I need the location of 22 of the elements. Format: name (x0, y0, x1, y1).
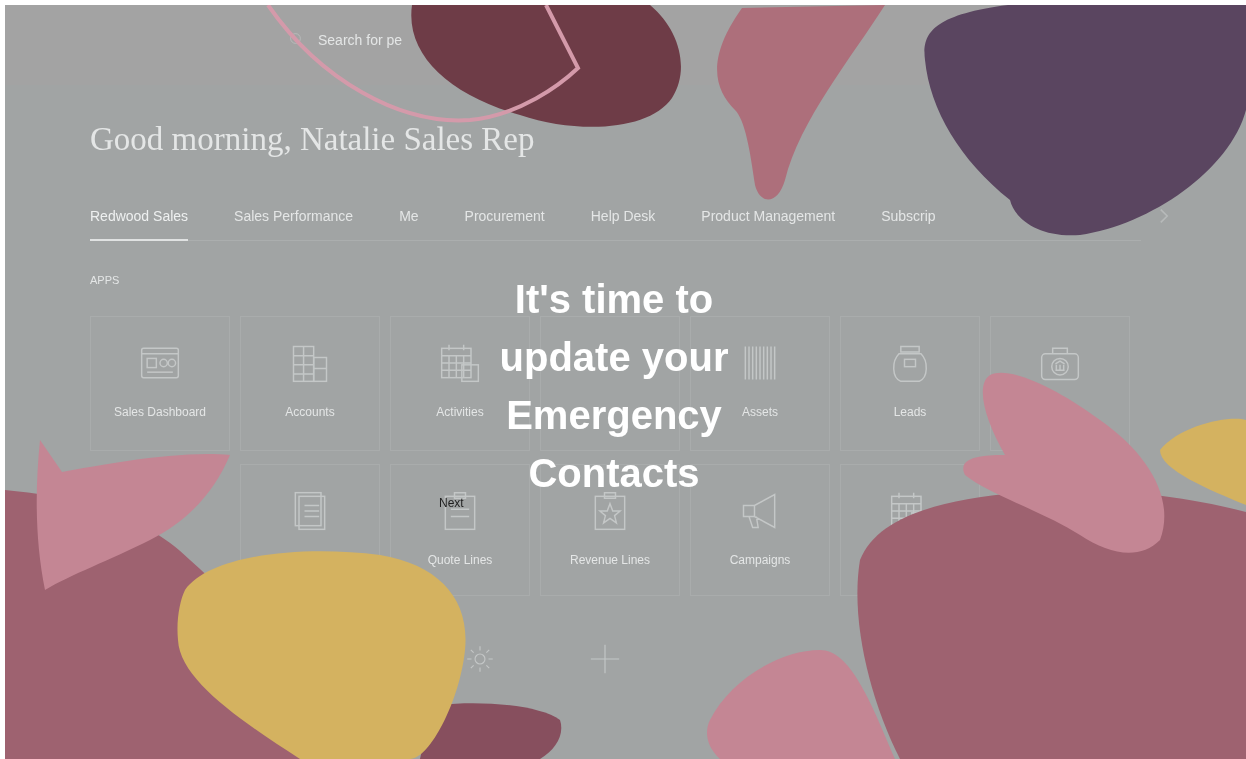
tile-label[interactable]: Leads (893, 405, 927, 419)
tab[interactable]: Procurement (464, 208, 545, 241)
tab[interactable]: Me (399, 208, 419, 241)
tile-label[interactable]: Activities (436, 405, 484, 419)
tile-label[interactable]: Campaigns (729, 553, 791, 567)
announcement-title: It's time to update your Emergency Contacts (498, 276, 730, 497)
tile-label[interactable]: Quote Lines (427, 553, 493, 567)
greeting-heading: Good morning, Natalie Sales Rep (90, 120, 536, 159)
chevron-right-icon[interactable] (1159, 208, 1169, 224)
tab[interactable]: Product Management (701, 208, 836, 241)
tab[interactable]: Redwood Sales (90, 208, 189, 241)
next-button[interactable]: Next (439, 496, 464, 510)
tab[interactable]: Help Desk (590, 208, 656, 241)
tile-label[interactable]: Accounts (285, 405, 335, 419)
tile-label[interactable]: Revenue Lines (569, 553, 651, 567)
tab[interactable]: Subscrip (881, 208, 936, 241)
add-icon[interactable] (588, 642, 622, 676)
tile-label[interactable]: Assets (742, 405, 778, 419)
tile-label[interactable]: Sales Dashboard (113, 405, 207, 419)
section-heading: APPS (90, 274, 121, 286)
search-field[interactable]: Search for pe (318, 32, 413, 48)
tab[interactable]: Sales Performance (234, 208, 354, 241)
